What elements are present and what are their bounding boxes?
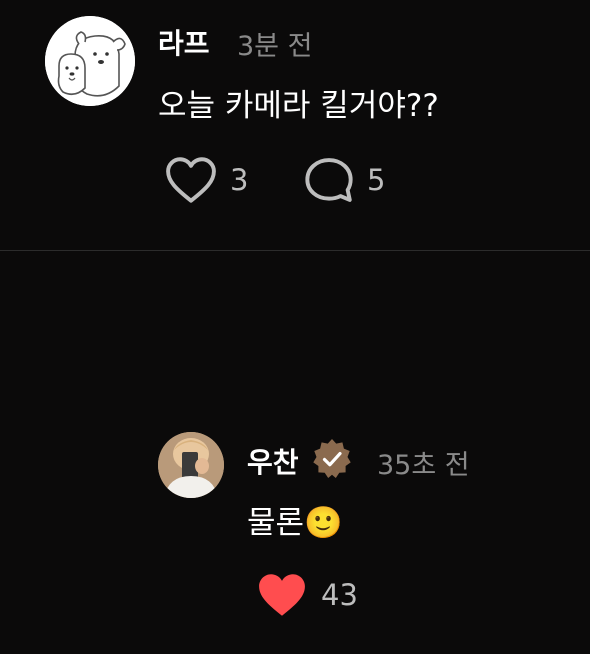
dog-cartoon-avatar bbox=[45, 16, 135, 106]
reply-like-button[interactable]: 43 bbox=[255, 571, 358, 619]
comment-count: 5 bbox=[367, 163, 386, 197]
reply-timestamp: 35초 전 bbox=[377, 450, 470, 481]
reply-like-count: 43 bbox=[321, 578, 358, 612]
verified-badge-icon bbox=[313, 439, 351, 478]
reply-author-name[interactable]: 우찬 bbox=[247, 441, 299, 481]
post-text: 오늘 카메라 킬거야?? bbox=[158, 88, 439, 124]
profile-photo bbox=[158, 432, 224, 498]
heart-filled-icon bbox=[259, 574, 305, 616]
heart-outline-icon bbox=[166, 157, 216, 203]
thread-divider bbox=[0, 250, 590, 251]
post: 라프 3분 전 오늘 카메라 킬거야?? 3 5 bbox=[0, 0, 590, 250]
comment-button[interactable]: 5 bbox=[303, 156, 385, 204]
speech-bubble-icon bbox=[305, 158, 353, 202]
post-author-name[interactable]: 라프 bbox=[158, 22, 210, 62]
author-avatar[interactable] bbox=[45, 16, 135, 106]
like-count: 3 bbox=[230, 163, 249, 197]
reply-author-avatar[interactable] bbox=[158, 432, 224, 498]
reply-text: 물론🙂 bbox=[247, 505, 343, 541]
like-button[interactable]: 3 bbox=[164, 156, 248, 204]
post-timestamp: 3분 전 bbox=[237, 31, 313, 62]
